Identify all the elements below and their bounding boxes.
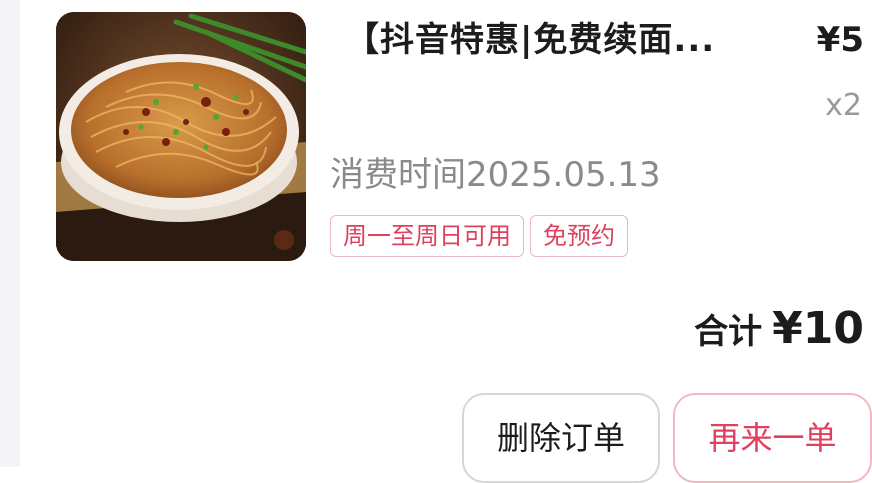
consume-time: 消费时间2025.05.13 (330, 155, 661, 195)
tag-list: 周一至周日可用 免预约 (330, 215, 628, 257)
order-total: 合计 ¥10 (694, 303, 864, 354)
page-background-strip (0, 0, 20, 467)
noodle-dish-photo-icon (56, 12, 306, 261)
quantity-label: x2 (825, 88, 862, 123)
delete-order-button[interactable]: 删除订单 (462, 393, 660, 483)
total-label: 合计 (694, 312, 763, 352)
product-title[interactable]: 【抖音特惠|免费续面... (345, 18, 745, 62)
tag-no-reservation: 免预约 (530, 215, 628, 257)
total-amount: ¥10 (772, 303, 864, 354)
unit-price: ¥5 (816, 20, 864, 60)
tag-available-days: 周一至周日可用 (330, 215, 524, 257)
product-image[interactable] (56, 12, 306, 261)
reorder-button[interactable]: 再来一单 (673, 393, 872, 483)
